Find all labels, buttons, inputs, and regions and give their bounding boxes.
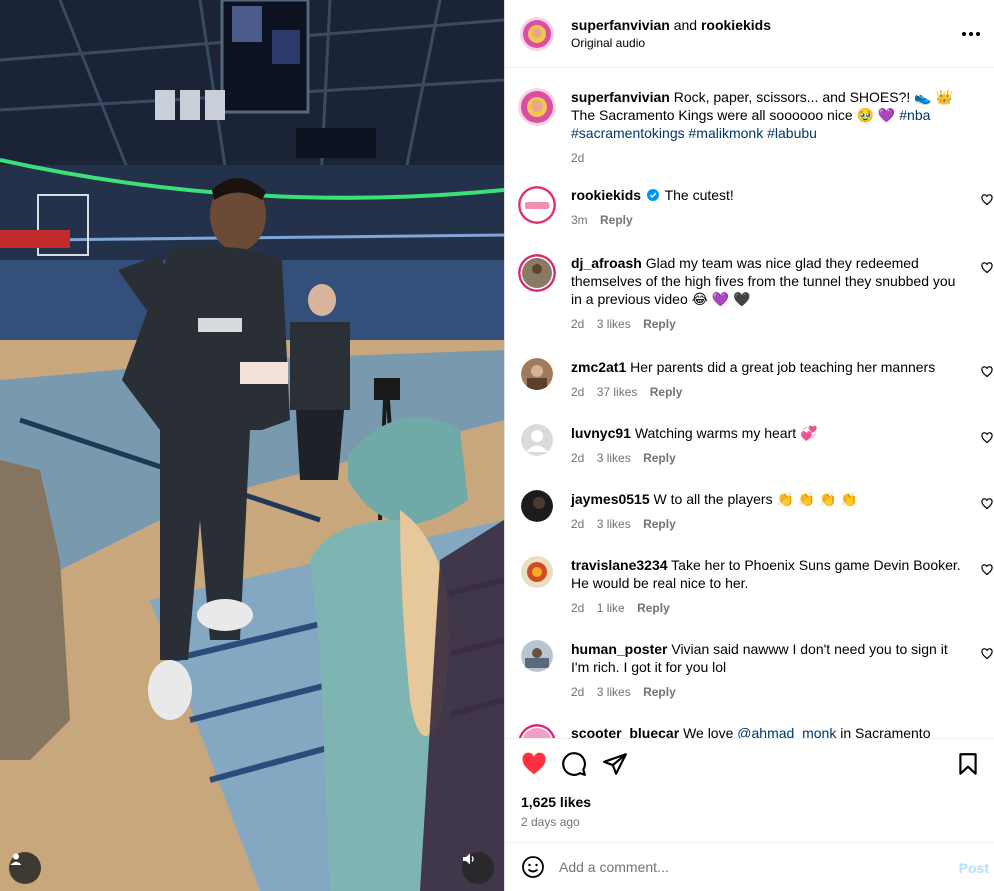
commenter-avatar[interactable] [521,424,553,456]
reply-button[interactable]: Reply [643,317,676,331]
comment-likes[interactable]: 1 like [597,601,625,615]
comment-username[interactable]: jaymes0515 [571,491,650,507]
like-comment-heart-icon[interactable] [981,432,993,444]
comment-likes[interactable]: 3 likes [597,517,631,531]
comment-time[interactable]: 3m [571,213,588,227]
video-frame-illustration [0,0,504,891]
commenter-avatar[interactable] [518,186,556,224]
audio-label[interactable]: Original audio [571,34,771,52]
commenter-avatar[interactable] [521,358,553,390]
comment-item: luvnyc91 Watching warms my heart 💞 2d 3 … [518,424,993,480]
hashtag-link[interactable]: #nba [899,107,930,123]
reply-button[interactable]: Reply [643,685,676,699]
like-comment-heart-icon[interactable] [981,194,993,206]
comment-text: W to all the players 👏 👏 👏 👏 [653,491,858,507]
caption-time[interactable]: 2d [571,151,584,165]
mute-button[interactable] [462,852,494,884]
caption-avatar[interactable] [518,88,556,126]
coauthor-username[interactable]: rookiekids [701,17,771,33]
like-comment-heart-icon[interactable] [981,648,993,660]
smiley-icon[interactable] [521,855,545,879]
comment-time[interactable]: 2d [571,451,584,465]
post-dialog: superfanvivian and rookiekids Original a… [0,0,994,891]
like-comment-heart-icon[interactable] [981,498,993,510]
post-caption: superfanvivian Rock, paper, scissors... … [518,88,988,178]
author-avatar[interactable] [520,16,554,51]
comment-likes[interactable]: 3 likes [597,685,631,699]
like-comment-heart-icon[interactable] [981,366,993,378]
commenter-avatar[interactable] [518,724,556,738]
comment-item: dj_afroash Glad my team was nice glad th… [518,254,993,344]
commenter-avatar[interactable] [521,490,553,522]
comment-item: travislane3234 Take her to Phoenix Suns … [518,556,993,626]
comment-username[interactable]: zmc2at1 [571,359,626,375]
comment-time[interactable]: 2d [571,385,584,399]
speaker-icon [463,853,474,865]
comment-time[interactable]: 2d [571,317,584,331]
comment-username[interactable]: scooter_bluecar [571,725,679,738]
likes-count[interactable]: 1,625 likes [521,794,591,810]
hashtag-link[interactable]: #malikmonk [689,125,764,141]
comment-time[interactable]: 2d [571,517,584,531]
comment-username[interactable]: travislane3234 [571,557,668,573]
comment-text: in Sacramento [840,725,931,738]
post-actions: 1,625 likes 2 days ago [505,738,994,842]
mention-link[interactable]: @ahmad_monk [737,725,836,738]
add-comment-bar: Post [505,842,994,891]
user-tags-button[interactable] [9,852,41,884]
commenter-avatar[interactable] [518,254,556,292]
comment-input[interactable] [559,859,939,875]
like-comment-heart-icon[interactable] [981,262,993,274]
reply-button[interactable]: Reply [600,213,633,227]
reply-button[interactable]: Reply [637,601,670,615]
comment-time[interactable]: 2d [571,685,584,699]
comment-item: scooter_bluecar We love @ahmad_monk in S… [518,724,988,738]
comment-time[interactable]: 2d [571,601,584,615]
caption-username[interactable]: superfanvivian [571,89,670,105]
comment-item: jaymes0515 W to all the players 👏 👏 👏 👏 … [518,490,993,546]
header-and-text: and [673,16,698,33]
comment-username[interactable]: human_poster [571,641,667,657]
reply-button[interactable]: Reply [650,385,683,399]
comment-item: zmc2at1 Her parents did a great job teac… [518,358,993,414]
more-options-button[interactable] [955,22,987,46]
post-sidebar: superfanvivian and rookiekids Original a… [504,0,994,891]
comment-username[interactable]: rookiekids [571,187,641,203]
comment-likes[interactable]: 3 likes [597,317,631,331]
comment-likes[interactable]: 3 likes [597,451,631,465]
commenter-avatar[interactable] [521,640,553,672]
reply-button[interactable]: Reply [643,451,676,465]
default-avatar-icon [521,424,553,456]
comment-bubble-icon[interactable] [561,751,587,777]
comments-list[interactable]: superfanvivian Rock, paper, scissors... … [505,68,994,738]
comment-text: Watching warms my heart 💞 [634,425,818,441]
comment-likes[interactable]: 37 likes [597,385,638,399]
hashtag-link[interactable]: #labubu [767,125,817,141]
comment-item: rookiekids The cutest! 3m Reply [518,186,993,242]
comment-text: We love [683,725,734,738]
comment-username[interactable]: luvnyc91 [571,425,631,441]
comment-text: The cutest! [664,187,734,203]
paper-plane-icon[interactable] [602,751,628,777]
bookmark-icon[interactable] [955,751,981,777]
comment-username[interactable]: dj_afroash [571,255,642,271]
like-comment-heart-icon[interactable] [981,564,993,576]
commenter-avatar[interactable] [521,556,553,588]
post-comment-button[interactable]: Post [959,860,989,876]
reply-button[interactable]: Reply [643,517,676,531]
comment-item: human_poster Vivian said nawww I don't n… [518,640,993,710]
author-username[interactable]: superfanvivian [571,17,670,33]
hashtag-link[interactable]: #sacramentokings [571,125,685,141]
comment-text: Her parents did a great job teaching her… [630,359,936,375]
user-tag-icon [10,853,22,865]
post-header: superfanvivian and rookiekids Original a… [505,0,994,68]
verified-badge-icon [646,189,659,201]
post-video[interactable] [0,0,504,891]
heart-filled-icon[interactable] [521,751,547,777]
post-timestamp[interactable]: 2 days ago [521,815,580,829]
ellipsis-icon [962,32,966,36]
